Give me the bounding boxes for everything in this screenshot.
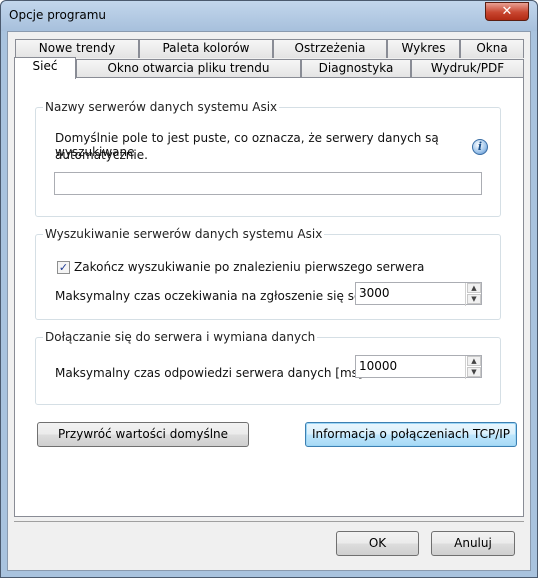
spin-down-button[interactable]: ▼ [467,294,481,304]
group-server-names: Nazwy serwerów danych systemu Asix Domyś… [35,100,501,217]
group-title: Wyszukiwanie serwerów danych systemu Asi… [43,227,325,241]
tab-diagnostyka[interactable]: Diagnostyka [301,59,411,78]
group-title: Dołączanie się do serwera i wymiana dany… [43,330,318,344]
tab-siec[interactable]: Sieć [14,57,76,79]
tab-label: Nowe trendy [38,41,116,55]
spin-down-button[interactable]: ▼ [467,367,481,377]
tab-nowe-trendy[interactable]: Nowe trendy [15,39,139,58]
stop-search-label: Zakończ wyszukiwanie po znalezieniu pier… [74,260,425,274]
tab-wydruk-pdf[interactable]: Wydruk/PDF [411,59,524,78]
tab-label: Ostrzeżenia [294,41,366,55]
tab-wykres[interactable]: Wykres [387,39,460,58]
tab-paleta-kolorow[interactable]: Paleta kolorów [139,39,273,58]
spin-up-button[interactable]: ▲ [467,356,481,366]
restore-defaults-button[interactable]: Przywróć wartości domyślne [37,422,249,447]
tab-label: Okna [476,41,508,55]
server-names-input[interactable] [54,172,482,195]
tab-panel-siec: Nazwy serwerów danych systemu Asix Domyś… [14,77,524,517]
tcp-info-button[interactable]: Informacja o połączeniach TCP/IP [305,422,517,447]
tab-ostrzezenia[interactable]: Ostrzeżenia [273,39,387,58]
tab-label: Wydruk/PDF [430,61,505,75]
search-timeout-input[interactable]: 3000 ▲ ▼ [355,282,482,306]
response-timeout-spinner: ▲ ▼ [465,356,481,379]
dialog-client-area: Nowe trendy Paleta kolorów Ostrzeżenia W… [7,31,531,571]
ok-label: OK [368,536,387,550]
window-title: Opcje programu [9,8,107,22]
search-timeout-spinner: ▲ ▼ [465,283,481,306]
close-icon: ✕ [501,4,513,19]
info-icon: i [472,139,488,155]
options-window: Opcje programu ✕ Nowe trendy Paleta kolo… [0,0,538,578]
restore-defaults-label: Przywróć wartości domyślne [57,427,229,441]
ok-button[interactable]: OK [336,531,419,556]
response-timeout-input[interactable]: 10000 ▲ ▼ [355,355,482,379]
response-timeout-value: 10000 [359,359,398,373]
tab-okno-otwarcia-pliku-trendu[interactable]: Okno otwarcia pliku trendu [76,59,301,78]
spin-up-button[interactable]: ▲ [467,283,481,293]
description-line2: automatycznie. [55,148,148,162]
group-server-search: Wyszukiwanie serwerów danych systemu Asi… [35,227,501,320]
group-server-connection: Dołączanie się do serwera i wymiana dany… [35,330,501,405]
response-timeout-label: Maksymalny czas odpowiedzi serwera danyc… [55,366,363,380]
tab-label: Sieć [32,59,58,73]
stop-search-checkbox[interactable]: ✓ [57,261,70,274]
search-timeout-label: Maksymalny czas oczekiwania na zgłoszeni… [55,289,405,303]
tab-label: Diagnostyka [318,61,394,75]
tab-label: Okno otwarcia pliku trendu [107,61,270,75]
tcp-info-label: Informacja o połączeniach TCP/IP [311,427,511,441]
close-button[interactable]: ✕ [485,2,529,21]
tab-okna[interactable]: Okna [460,39,524,58]
group-title: Nazwy serwerów danych systemu Asix [43,100,280,114]
search-timeout-value: 3000 [359,286,390,300]
title-bar[interactable]: Opcje programu ✕ [1,1,537,31]
cancel-label: Anuluj [454,536,492,550]
footer-separator [14,521,524,522]
tab-label: Wykres [401,41,446,55]
tab-label: Paleta kolorów [162,41,250,55]
cancel-button[interactable]: Anuluj [431,531,515,556]
